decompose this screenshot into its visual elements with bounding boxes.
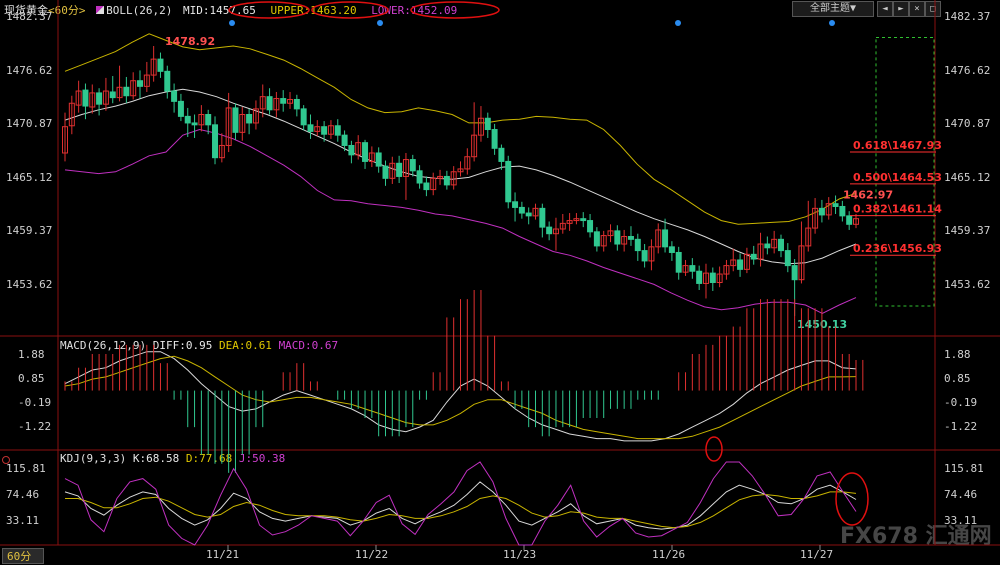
candle-body bbox=[791, 265, 798, 281]
candle-body bbox=[614, 230, 621, 245]
candle-body bbox=[696, 270, 703, 284]
marker-dot-icon bbox=[829, 20, 835, 26]
candle-body bbox=[546, 226, 553, 235]
candle-body bbox=[512, 201, 519, 208]
candle-body bbox=[191, 122, 198, 126]
candle-body bbox=[321, 126, 328, 135]
candle-body bbox=[587, 220, 594, 233]
candle-body bbox=[266, 96, 273, 111]
candle-body bbox=[750, 253, 757, 260]
candle-body bbox=[784, 250, 791, 267]
candle-body bbox=[184, 115, 191, 124]
highlight-ellipse bbox=[705, 436, 723, 462]
candle-body bbox=[662, 229, 669, 248]
candle-body bbox=[518, 206, 525, 214]
candle-body bbox=[232, 107, 239, 133]
chart-canvas: 1478.921450.131462.970.618\1467.930.500\… bbox=[0, 0, 1000, 550]
candle-body bbox=[382, 165, 389, 179]
candle-body bbox=[362, 142, 369, 162]
candle-body bbox=[341, 134, 348, 146]
marker-dot-icon bbox=[377, 20, 383, 26]
candle-body bbox=[300, 108, 307, 126]
candle-body bbox=[96, 92, 103, 105]
kdj-j-line bbox=[64, 461, 857, 546]
candle-body bbox=[334, 125, 341, 136]
candle-body bbox=[777, 238, 784, 252]
candle-body bbox=[137, 80, 144, 87]
candle-body bbox=[348, 144, 355, 156]
fib-label: 0.236\1456.93 bbox=[853, 242, 942, 255]
candle-body bbox=[818, 207, 825, 216]
candle-body bbox=[246, 114, 253, 124]
candle-body bbox=[416, 170, 423, 184]
candle-body bbox=[580, 218, 587, 222]
highlight-ellipse bbox=[228, 1, 310, 19]
candle-body bbox=[409, 159, 416, 172]
highlight-ellipse bbox=[410, 1, 500, 19]
candle-body bbox=[396, 162, 403, 177]
last-high-annotation: 1462.97 bbox=[843, 188, 893, 201]
candle-body bbox=[293, 98, 300, 110]
candle-body bbox=[205, 114, 212, 126]
candle-body bbox=[484, 117, 491, 131]
candle-body bbox=[525, 212, 532, 217]
candle-body bbox=[627, 236, 634, 240]
candle-body bbox=[177, 100, 184, 117]
candle-body bbox=[212, 124, 219, 159]
candle-body bbox=[82, 89, 89, 107]
highlight-ellipse bbox=[311, 1, 389, 19]
candle-body bbox=[505, 160, 512, 203]
candle-body bbox=[164, 70, 171, 92]
candle-body bbox=[675, 251, 682, 273]
fib-label: 0.382\1461.14 bbox=[853, 203, 942, 216]
boll-lower-line bbox=[64, 128, 857, 315]
candle-body bbox=[737, 259, 744, 270]
candle-body bbox=[375, 152, 382, 167]
candle-body bbox=[539, 207, 546, 228]
marker-dot-icon bbox=[675, 20, 681, 26]
fib-label: 0.618\1467.93 bbox=[853, 139, 942, 152]
marker-dot-icon bbox=[229, 20, 235, 26]
candle-body bbox=[171, 90, 178, 102]
fib-label: 0.500\1464.53 bbox=[853, 171, 942, 184]
candle-body bbox=[491, 129, 498, 149]
candle-body bbox=[689, 265, 696, 272]
candle-body bbox=[641, 250, 648, 262]
high-annotation: 1478.92 bbox=[165, 35, 215, 48]
candle-body bbox=[157, 58, 164, 72]
candle-body bbox=[764, 243, 771, 249]
candle-body bbox=[593, 231, 600, 247]
candle-body bbox=[443, 175, 450, 186]
candle-body bbox=[109, 91, 116, 99]
highlight-ellipse bbox=[835, 472, 869, 526]
candle-body bbox=[709, 272, 716, 284]
candle-body bbox=[634, 238, 641, 252]
candle-body bbox=[498, 147, 505, 162]
candle-body bbox=[839, 205, 846, 217]
candle-body bbox=[423, 182, 430, 191]
kdj-k-line bbox=[64, 481, 857, 530]
candle-body bbox=[846, 215, 853, 225]
candle-body bbox=[280, 98, 287, 104]
candle-body bbox=[123, 86, 130, 97]
boll-upper-line bbox=[64, 33, 857, 225]
candle-body bbox=[668, 246, 675, 253]
candle-body bbox=[832, 203, 839, 207]
kdj-d-line bbox=[65, 491, 857, 529]
candle-body bbox=[307, 124, 314, 132]
